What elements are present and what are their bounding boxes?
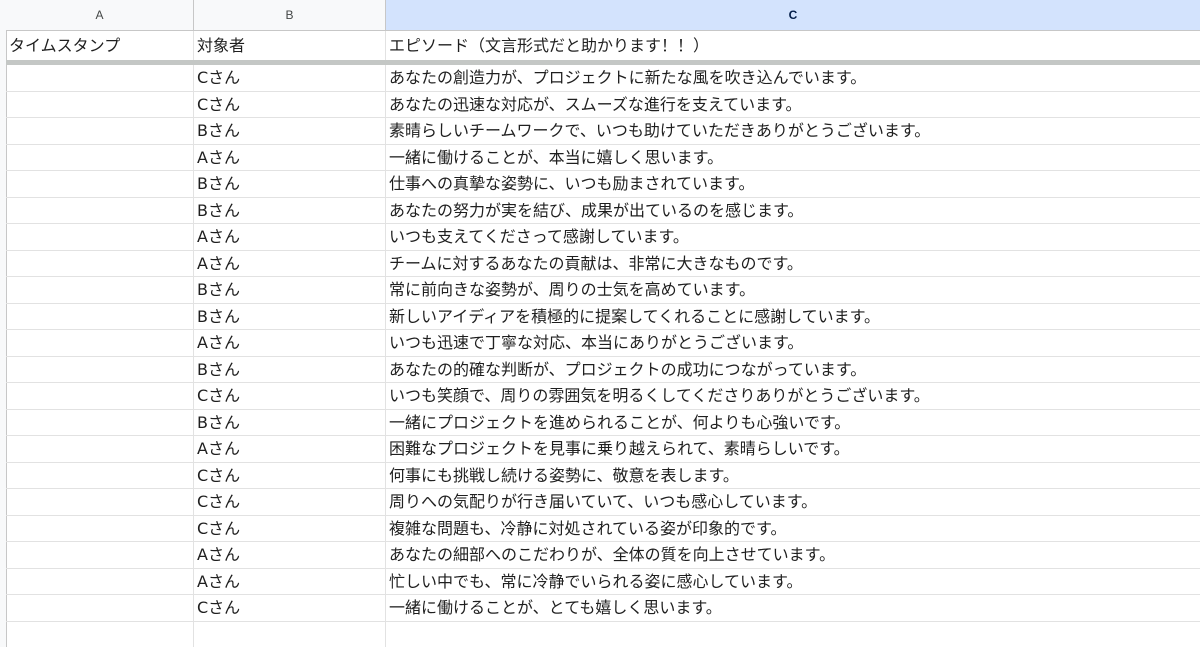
target-cell[interactable]: Aさん bbox=[194, 436, 386, 462]
timestamp-cell[interactable] bbox=[6, 303, 194, 329]
timestamp-cell[interactable] bbox=[6, 65, 194, 91]
timestamp-cell[interactable] bbox=[6, 409, 194, 435]
timestamp-cell[interactable] bbox=[6, 118, 194, 144]
episode-cell[interactable]: 常に前向きな姿勢が、周りの士気を高めています。 bbox=[386, 277, 1200, 303]
timestamp-cell[interactable] bbox=[6, 436, 194, 462]
episode-cell[interactable]: 複雑な問題も、冷静に対処されている姿が印象的です。 bbox=[386, 516, 1200, 542]
data-rows: Cさん あなたの創造力が、プロジェクトに新たな風を吹き込んでいます。 Cさん あなたの… bbox=[6, 65, 1200, 622]
table-row: Aさん 困難なプロジェクトを見事に乗り越えられて、素晴らしいです。 bbox=[6, 436, 1200, 463]
target-cell[interactable]: Cさん bbox=[194, 383, 386, 409]
timestamp-cell[interactable] bbox=[6, 144, 194, 170]
header-cell-target[interactable]: 対象者 bbox=[194, 31, 386, 60]
table-row: Bさん 仕事への真摯な姿勢に、いつも励まされています。 bbox=[6, 171, 1200, 198]
timestamp-cell[interactable] bbox=[6, 462, 194, 488]
episode-cell[interactable]: あなたの的確な判断が、プロジェクトの成功につながっています。 bbox=[386, 357, 1200, 383]
empty-cell-c[interactable] bbox=[386, 622, 1200, 647]
target-cell[interactable]: Cさん bbox=[194, 515, 386, 541]
table-row: Bさん 新しいアイディアを積極的に提案してくれることに感謝しています。 bbox=[6, 303, 1200, 330]
table-row: Cさん 一緒に働けることが、とても嬉しく思います。 bbox=[6, 595, 1200, 622]
episode-cell[interactable]: 忙しい中でも、常に冷静でいられる姿に感心しています。 bbox=[386, 569, 1200, 595]
timestamp-cell[interactable] bbox=[6, 330, 194, 356]
episode-cell[interactable]: 一緒に働けることが、本当に嬉しく思います。 bbox=[386, 145, 1200, 171]
target-cell[interactable]: Bさん bbox=[194, 409, 386, 435]
header-cell-episode[interactable]: エピソード（文言形式だと助かります！！） bbox=[386, 31, 1200, 60]
table-row: Aさん あなたの細部へのこだわりが、全体の質を向上させています。 bbox=[6, 542, 1200, 569]
target-cell[interactable]: Aさん bbox=[194, 568, 386, 594]
episode-cell[interactable]: チームに対するあなたの貢献は、非常に大きなものです。 bbox=[386, 251, 1200, 277]
table-row: Aさん チームに対するあなたの貢献は、非常に大きなものです。 bbox=[6, 250, 1200, 277]
timestamp-cell[interactable] bbox=[6, 515, 194, 541]
table-row: Aさん 一緒に働けることが、本当に嬉しく思います。 bbox=[6, 144, 1200, 171]
timestamp-cell[interactable] bbox=[6, 171, 194, 197]
target-cell[interactable]: Cさん bbox=[194, 595, 386, 621]
column-header-b[interactable]: B bbox=[194, 0, 386, 30]
table-row: Cさん 何事にも挑戦し続ける姿勢に、敬意を表します。 bbox=[6, 462, 1200, 489]
timestamp-cell[interactable] bbox=[6, 91, 194, 117]
episode-cell[interactable]: 困難なプロジェクトを見事に乗り越えられて、素晴らしいです。 bbox=[386, 436, 1200, 462]
target-cell[interactable]: Aさん bbox=[194, 224, 386, 250]
timestamp-cell[interactable] bbox=[6, 595, 194, 621]
table-row: Bさん あなたの努力が実を結び、成果が出ているのを感じます。 bbox=[6, 197, 1200, 224]
table-row: Bさん 素晴らしいチームワークで、いつも助けていただきありがとうございます。 bbox=[6, 118, 1200, 145]
empty-row bbox=[6, 621, 1200, 647]
timestamp-cell[interactable] bbox=[6, 383, 194, 409]
target-cell[interactable]: Cさん bbox=[194, 65, 386, 91]
target-cell[interactable]: Aさん bbox=[194, 542, 386, 568]
cell-grid: タイムスタンプ 対象者 エピソード（文言形式だと助かります！！） Cさん あなたの… bbox=[6, 31, 1200, 647]
episode-cell[interactable]: 一緒にプロジェクトを進められることが、何よりも心強いです。 bbox=[386, 410, 1200, 436]
timestamp-cell[interactable] bbox=[6, 277, 194, 303]
episode-cell[interactable]: いつも支えてくださって感謝しています。 bbox=[386, 224, 1200, 250]
episode-cell[interactable]: あなたの創造力が、プロジェクトに新たな風を吹き込んでいます。 bbox=[386, 65, 1200, 91]
target-cell[interactable]: Cさん bbox=[194, 91, 386, 117]
timestamp-cell[interactable] bbox=[6, 197, 194, 223]
table-row: Cさん あなたの創造力が、プロジェクトに新たな風を吹き込んでいます。 bbox=[6, 65, 1200, 92]
episode-cell[interactable]: 何事にも挑戦し続ける姿勢に、敬意を表します。 bbox=[386, 463, 1200, 489]
target-cell[interactable]: Bさん bbox=[194, 197, 386, 223]
target-cell[interactable]: Bさん bbox=[194, 277, 386, 303]
episode-cell[interactable]: 仕事への真摯な姿勢に、いつも励まされています。 bbox=[386, 171, 1200, 197]
target-cell[interactable]: Bさん bbox=[194, 118, 386, 144]
target-cell[interactable]: Bさん bbox=[194, 171, 386, 197]
target-cell[interactable]: Aさん bbox=[194, 144, 386, 170]
episode-cell[interactable]: あなたの迅速な対応が、スムーズな進行を支えています。 bbox=[386, 92, 1200, 118]
episode-cell[interactable]: 一緒に働けることが、とても嬉しく思います。 bbox=[386, 595, 1200, 621]
episode-cell[interactable]: 素晴らしいチームワークで、いつも助けていただきありがとうございます。 bbox=[386, 118, 1200, 144]
column-header-a[interactable]: A bbox=[6, 0, 194, 30]
target-cell[interactable]: Cさん bbox=[194, 489, 386, 515]
table-row: Aさん 忙しい中でも、常に冷静でいられる姿に感心しています。 bbox=[6, 568, 1200, 595]
episode-cell[interactable]: いつも笑顔で、周りの雰囲気を明るくしてくださりありがとうございます。 bbox=[386, 383, 1200, 409]
episode-cell[interactable]: あなたの努力が実を結び、成果が出ているのを感じます。 bbox=[386, 198, 1200, 224]
timestamp-cell[interactable] bbox=[6, 489, 194, 515]
table-row: Bさん あなたの的確な判断が、プロジェクトの成功につながっています。 bbox=[6, 356, 1200, 383]
target-cell[interactable]: Bさん bbox=[194, 356, 386, 382]
header-row: タイムスタンプ 対象者 エピソード（文言形式だと助かります！！） bbox=[6, 31, 1200, 60]
spreadsheet: A B C タイムスタンプ 対象者 エピソード（文言形式だと助かります！！） C… bbox=[0, 0, 1200, 647]
empty-cell-b[interactable] bbox=[194, 621, 386, 647]
episode-cell[interactable]: あなたの細部へのこだわりが、全体の質を向上させています。 bbox=[386, 542, 1200, 568]
timestamp-cell[interactable] bbox=[6, 250, 194, 276]
column-header-c[interactable]: C bbox=[386, 0, 1200, 30]
episode-cell[interactable]: 周りへの気配りが行き届いていて、いつも感心しています。 bbox=[386, 489, 1200, 515]
episode-cell[interactable]: 新しいアイディアを積極的に提案してくれることに感謝しています。 bbox=[386, 304, 1200, 330]
timestamp-cell[interactable] bbox=[6, 568, 194, 594]
table-row: Bさん 一緒にプロジェクトを進められることが、何よりも心強いです。 bbox=[6, 409, 1200, 436]
table-row: Aさん いつも支えてくださって感謝しています。 bbox=[6, 224, 1200, 251]
episode-cell[interactable]: いつも迅速で丁寧な対応、本当にありがとうございます。 bbox=[386, 330, 1200, 356]
table-row: Cさん あなたの迅速な対応が、スムーズな進行を支えています。 bbox=[6, 91, 1200, 118]
target-cell[interactable]: Bさん bbox=[194, 303, 386, 329]
table-row: Cさん 周りへの気配りが行き届いていて、いつも感心しています。 bbox=[6, 489, 1200, 516]
target-cell[interactable]: Cさん bbox=[194, 462, 386, 488]
table-row: Aさん いつも迅速で丁寧な対応、本当にありがとうございます。 bbox=[6, 330, 1200, 357]
table-row: Cさん いつも笑顔で、周りの雰囲気を明るくしてくださりありがとうございます。 bbox=[6, 383, 1200, 410]
target-cell[interactable]: Aさん bbox=[194, 250, 386, 276]
column-headers: A B C bbox=[6, 0, 1200, 31]
timestamp-cell[interactable] bbox=[6, 224, 194, 250]
timestamp-cell[interactable] bbox=[6, 542, 194, 568]
table-row: Bさん 常に前向きな姿勢が、周りの士気を高めています。 bbox=[6, 277, 1200, 304]
target-cell[interactable]: Aさん bbox=[194, 330, 386, 356]
timestamp-cell[interactable] bbox=[6, 356, 194, 382]
header-cell-timestamp[interactable]: タイムスタンプ bbox=[6, 31, 194, 60]
table-row: Cさん 複雑な問題も、冷静に対処されている姿が印象的です。 bbox=[6, 515, 1200, 542]
empty-cell-a[interactable] bbox=[6, 621, 194, 647]
